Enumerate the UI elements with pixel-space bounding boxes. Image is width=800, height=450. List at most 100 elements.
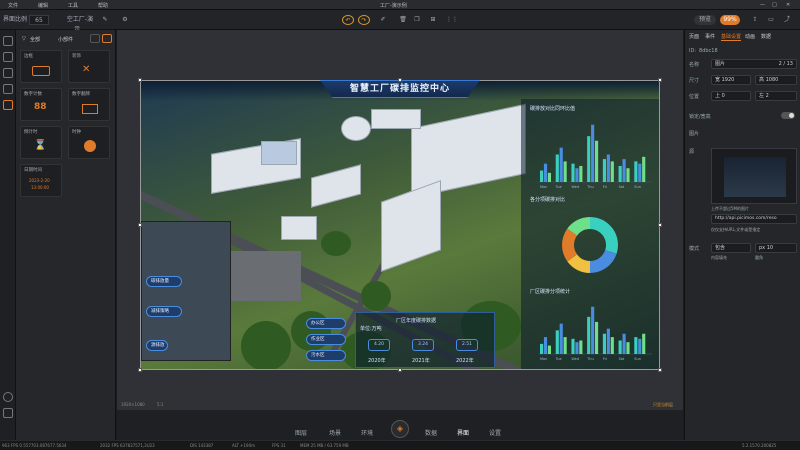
pos-x-input[interactable]: 上 0 <box>711 91 751 101</box>
name-input[interactable]: 图片 2 / 13 <box>711 59 797 69</box>
layers-icon[interactable] <box>3 36 13 46</box>
resize-handle[interactable] <box>658 368 662 372</box>
resize-handle[interactable] <box>398 78 402 82</box>
export-icon[interactable]: ⤴ <box>782 15 792 25</box>
carbon-emission-button[interactable]: 碳排放量 <box>146 276 182 287</box>
radius-input[interactable]: px 10 <box>755 243 797 253</box>
lock-toggle[interactable] <box>781 112 795 119</box>
grid-icon[interactable]: ⋮⋮ <box>446 15 458 25</box>
chart-icon[interactable] <box>3 52 13 62</box>
resize-handle[interactable] <box>138 78 142 82</box>
bar-chart-3: Mon Tue Wed Thu Fri Sat Sun <box>538 306 652 361</box>
x-tick-label: Fri <box>603 357 607 361</box>
sewage-area-button[interactable]: 污水区 <box>306 350 346 361</box>
widgets-icon[interactable] <box>3 100 13 110</box>
zoom-input[interactable]: 65 <box>29 15 49 25</box>
bar <box>579 165 583 182</box>
grid-view-icon[interactable] <box>90 34 100 43</box>
filter-icon[interactable]: ▽ <box>22 36 26 42</box>
height-input[interactable]: 高 1080 <box>755 75 797 85</box>
image-preview[interactable] <box>711 148 797 204</box>
nav-layers[interactable]: 图层 <box>295 428 307 437</box>
minimize-icon[interactable]: — <box>760 2 765 8</box>
component-counter[interactable]: 数字计数 88 <box>20 88 62 121</box>
tab-animation[interactable]: 动画 <box>745 33 755 40</box>
id-label: ID: <box>689 48 697 54</box>
resize-handle[interactable] <box>398 368 402 372</box>
home-logo-icon[interactable]: ◈ <box>391 420 409 438</box>
tab-data[interactable]: 数据 <box>761 33 771 40</box>
image-section-label[interactable]: 图片 <box>689 130 699 137</box>
nav-environment[interactable]: 环境 <box>361 428 373 437</box>
component-flip[interactable]: 数字翻牌 <box>68 88 110 121</box>
fit-select[interactable]: 包含 <box>711 243 751 253</box>
status-bar: 963 FPS 0.557703.087677.5634 2032 FPS 63… <box>0 440 800 450</box>
document-name[interactable]: 空工厂-演示... <box>62 15 98 33</box>
brush-icon[interactable]: ✐ <box>378 15 388 25</box>
image-source-label: 源 <box>689 149 695 155</box>
work-area-button[interactable]: 作业区 <box>306 334 346 345</box>
fit-sub-label: 内容填充 <box>711 255 727 260</box>
menu-tools[interactable]: 工具 <box>68 2 78 9</box>
component-countdown[interactable]: 倒计时 ⌛ <box>20 126 62 159</box>
resize-handle[interactable] <box>658 223 662 227</box>
nav-scene[interactable]: 场景 <box>329 428 341 437</box>
edit-icon[interactable]: ✎ <box>100 15 110 25</box>
menu-file[interactable]: 文件 <box>8 2 18 9</box>
list-view-icon[interactable] <box>102 34 112 43</box>
width-input[interactable]: 宽 1920 <box>711 75 751 85</box>
redo-icon[interactable]: ↷ <box>358 15 370 25</box>
component-datetime[interactable]: 日期时间 2023-2-20 13:00:00 <box>20 164 62 197</box>
nav-settings[interactable]: 设置 <box>489 428 501 437</box>
layer-only-link[interactable]: 只显当前层 <box>653 402 673 408</box>
delete-icon[interactable]: 🗑 <box>398 15 408 25</box>
resize-handle[interactable] <box>658 78 662 82</box>
tab-all[interactable]: 全部 <box>30 36 40 43</box>
image-url-input[interactable]: http://api.picimos.com/reso <box>711 214 797 224</box>
resize-handle[interactable] <box>138 368 142 372</box>
close-icon[interactable]: ✕ <box>786 2 790 8</box>
maximize-icon[interactable]: □ <box>772 2 777 8</box>
help-icon[interactable] <box>3 392 13 402</box>
menu-help[interactable]: 帮助 <box>98 2 108 9</box>
canvas-size-info: 1920×1080 <box>121 402 145 407</box>
component-decor[interactable]: 装饰 ✕ <box>68 50 110 83</box>
settings-icon[interactable]: ⚙ <box>120 15 130 25</box>
nav-data[interactable]: 数据 <box>425 428 437 437</box>
lock-label: 锁定/宽高 <box>689 114 711 120</box>
component-clock[interactable]: 时钟 <box>68 126 110 159</box>
bar <box>543 337 548 354</box>
component-label: 数字计数 <box>24 92 42 97</box>
copy-icon[interactable]: ❐ <box>412 15 422 25</box>
preview-toggle[interactable]: 预览 <box>694 15 716 25</box>
source-emission-button[interactable]: 源排放 <box>146 340 168 351</box>
tab-events[interactable]: 事件 <box>705 33 715 40</box>
size-label: 尺寸 <box>689 78 700 84</box>
keyboard-icon[interactable] <box>3 408 13 418</box>
table-icon[interactable] <box>3 84 13 94</box>
tab-page[interactable]: 页面 <box>689 33 699 40</box>
tab-basic-settings[interactable]: 基础设置 <box>721 33 742 41</box>
x-tick-label: Mon <box>540 357 547 361</box>
share-icon[interactable]: ⇪ <box>750 15 760 25</box>
bar <box>622 159 626 182</box>
x-tick-label: Sat <box>619 185 625 189</box>
nav-interface[interactable]: 界面 <box>457 428 469 437</box>
tab-widgets[interactable]: 小部件 <box>58 36 73 43</box>
align-icon[interactable]: ⊞ <box>428 15 438 25</box>
bar <box>575 168 579 182</box>
pie-slice <box>590 217 618 254</box>
monitor-icon[interactable]: ▭ <box>766 15 776 25</box>
resize-handle[interactable] <box>138 223 142 227</box>
reduce-strategy-button[interactable]: 减排策略 <box>146 306 182 317</box>
id-value: 8dbc18 <box>699 48 718 54</box>
image-icon[interactable] <box>3 68 13 78</box>
x-tick-label: Mon <box>540 185 547 189</box>
position-label: 位置 <box>689 94 700 100</box>
menu-edit[interactable]: 编辑 <box>38 2 48 9</box>
annual-data-panel: 厂区年度碳排数据 单位:万吨 4.20 3.24 2.51 2020年 2021… <box>355 312 495 368</box>
office-area-button[interactable]: 办公区 <box>306 318 346 329</box>
pos-y-input[interactable]: 左 2 <box>755 91 797 101</box>
component-frame[interactable]: 边框 <box>20 50 62 83</box>
undo-icon[interactable]: ↶ <box>342 15 354 25</box>
